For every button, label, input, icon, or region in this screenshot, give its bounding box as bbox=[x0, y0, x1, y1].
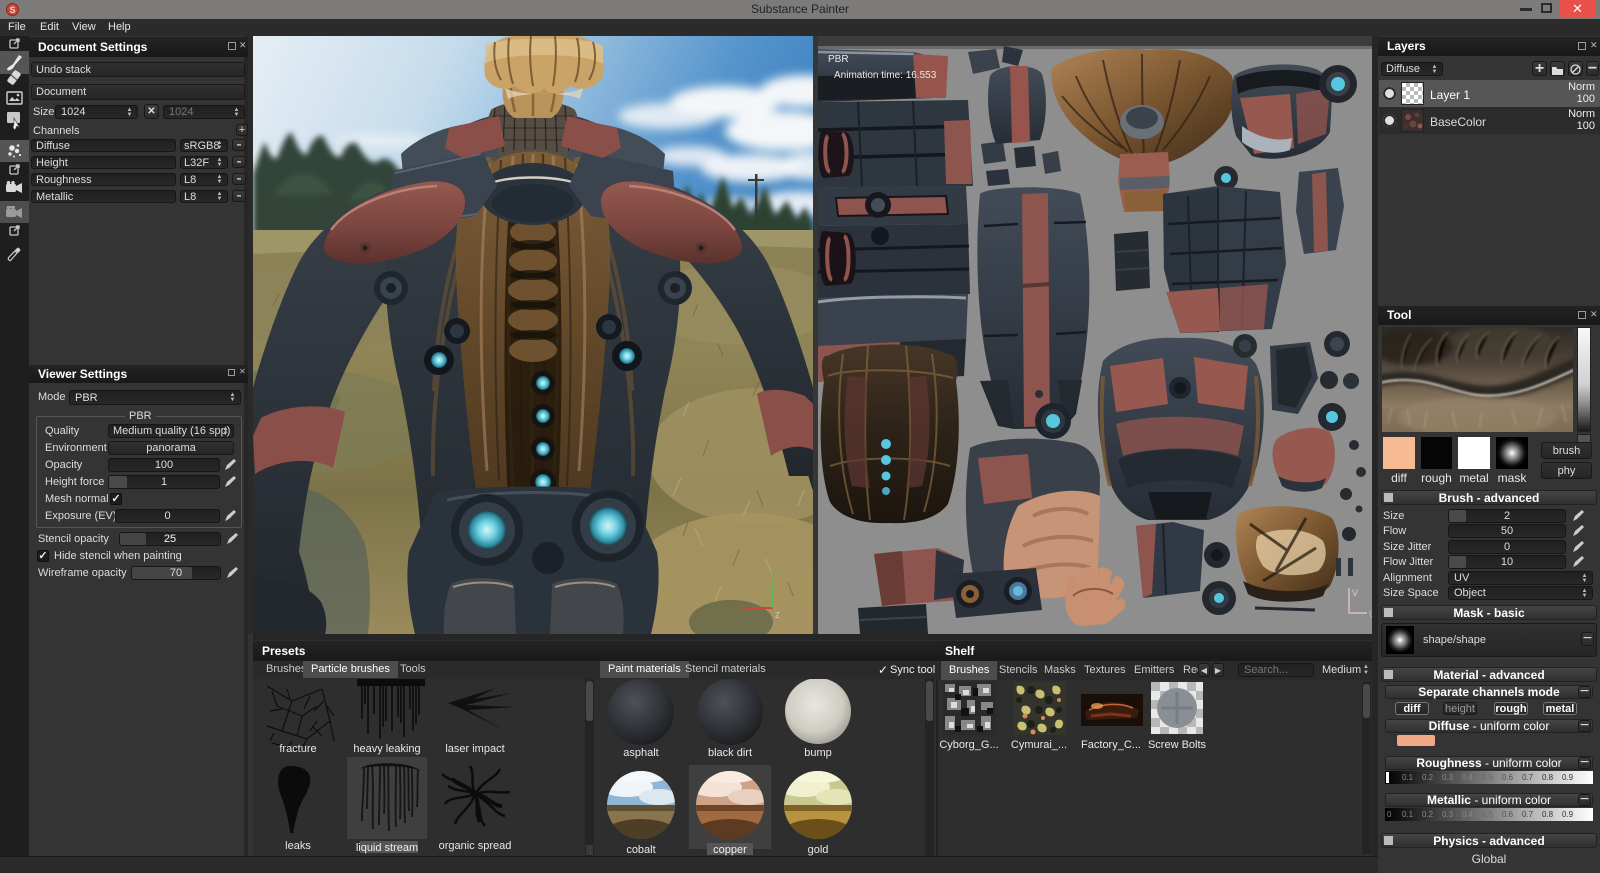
svg-text:liquid stream: liquid stream bbox=[356, 842, 418, 854]
svg-text:X: X bbox=[739, 604, 745, 614]
svg-text:gold: gold bbox=[808, 844, 829, 856]
svg-text:Factory_C...: Factory_C... bbox=[1081, 739, 1141, 751]
svg-text:Y: Y bbox=[770, 570, 776, 580]
svg-text:0.2: 0.2 bbox=[1422, 773, 1434, 782]
svg-text:0.5: 0.5 bbox=[1482, 773, 1494, 782]
svg-text:leaks: leaks bbox=[285, 840, 311, 852]
svg-text:0.7: 0.7 bbox=[1522, 773, 1534, 782]
svg-text:0.5: 0.5 bbox=[1482, 810, 1494, 819]
svg-text:0.7: 0.7 bbox=[1522, 810, 1534, 819]
svg-text:0.6: 0.6 bbox=[1502, 810, 1514, 819]
svg-text:Cyborg_G...: Cyborg_G... bbox=[939, 739, 998, 751]
svg-text:Cymurai_...: Cymurai_... bbox=[1011, 739, 1067, 751]
svg-text:copper: copper bbox=[713, 844, 747, 856]
svg-text:0.4: 0.4 bbox=[1462, 810, 1474, 819]
svg-text:0.6: 0.6 bbox=[1502, 773, 1514, 782]
svg-text:cobalt: cobalt bbox=[626, 844, 655, 856]
svg-text:0.2: 0.2 bbox=[1422, 810, 1434, 819]
svg-text:0.4: 0.4 bbox=[1462, 773, 1474, 782]
svg-text:organic spread: organic spread bbox=[439, 840, 512, 852]
svg-text:black dirt: black dirt bbox=[708, 747, 752, 759]
svg-text:0.1: 0.1 bbox=[1402, 773, 1414, 782]
svg-text:PBR: PBR bbox=[828, 54, 849, 65]
svg-text:Animation time: 16.553: Animation time: 16.553 bbox=[834, 70, 937, 81]
svg-text:0.8: 0.8 bbox=[1542, 773, 1554, 782]
svg-text:0.9: 0.9 bbox=[1562, 810, 1574, 819]
svg-text:0: 0 bbox=[1387, 810, 1392, 819]
svg-text:fracture: fracture bbox=[279, 743, 316, 755]
svg-text:0.3: 0.3 bbox=[1442, 773, 1454, 782]
svg-text:Z: Z bbox=[775, 611, 780, 620]
svg-text:heavy leaking: heavy leaking bbox=[353, 743, 420, 755]
svg-text:0.1: 0.1 bbox=[1402, 810, 1414, 819]
svg-text:Screw Bolts: Screw Bolts bbox=[1148, 739, 1207, 751]
svg-text:0.3: 0.3 bbox=[1442, 810, 1454, 819]
svg-text:bump: bump bbox=[804, 747, 832, 759]
svg-text:V: V bbox=[1352, 588, 1358, 598]
svg-text:0.8: 0.8 bbox=[1542, 810, 1554, 819]
svg-text:laser impact: laser impact bbox=[445, 743, 504, 755]
svg-text:asphalt: asphalt bbox=[623, 747, 658, 759]
svg-text:0.9: 0.9 bbox=[1562, 773, 1574, 782]
